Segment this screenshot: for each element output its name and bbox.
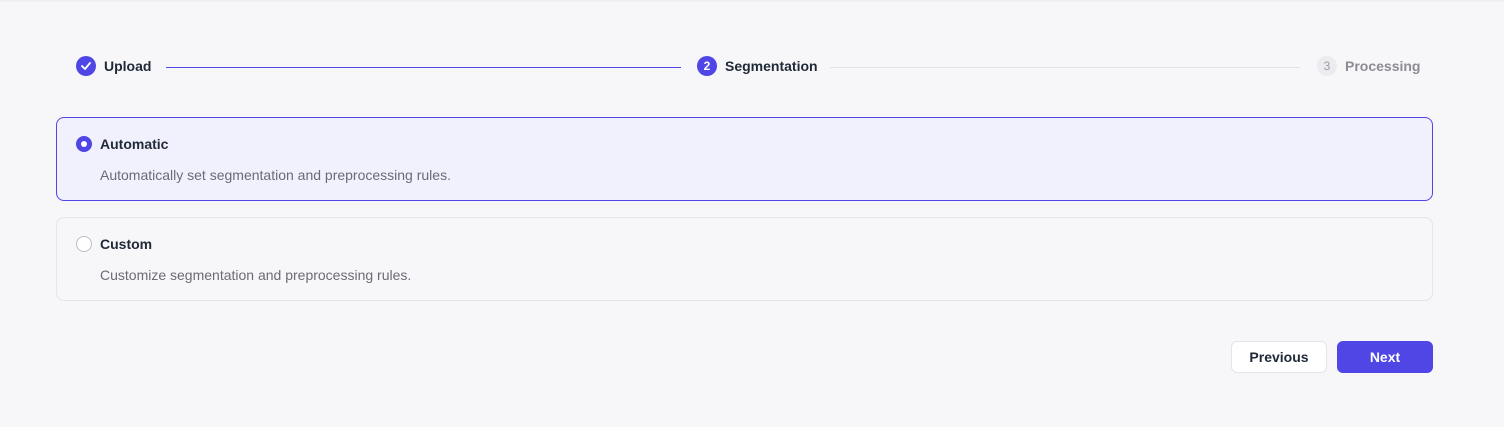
option-custom-description: Customize segmentation and preprocessing… <box>100 267 412 283</box>
check-icon <box>76 56 96 76</box>
step-connector-1 <box>166 67 681 68</box>
option-custom[interactable]: Custom Customize segmentation and prepro… <box>56 217 1433 301</box>
option-automatic[interactable]: Automatic Automatically set segmentation… <box>56 117 1433 201</box>
stepper: Upload 2 Segmentation 3 Processing <box>76 54 1420 78</box>
next-button[interactable]: Next <box>1337 341 1433 373</box>
step-upload-label: Upload <box>104 58 152 74</box>
step-segmentation-label: Segmentation <box>725 58 818 74</box>
option-automatic-title: Automatic <box>100 136 169 152</box>
previous-button[interactable]: Previous <box>1231 341 1327 373</box>
step-processing-label: Processing <box>1345 58 1421 74</box>
step-segmentation: 2 Segmentation <box>697 54 818 78</box>
step-number-badge: 2 <box>697 56 717 76</box>
step-connector-2 <box>830 67 1300 68</box>
option-custom-title: Custom <box>100 236 153 252</box>
top-divider <box>0 0 1504 2</box>
radio-automatic[interactable] <box>76 136 92 152</box>
step-upload: Upload <box>76 54 151 78</box>
step-processing: 3 Processing <box>1317 54 1420 78</box>
option-automatic-description: Automatically set segmentation and prepr… <box>100 167 451 183</box>
radio-custom[interactable] <box>76 236 92 252</box>
step-number-badge: 3 <box>1317 56 1337 76</box>
